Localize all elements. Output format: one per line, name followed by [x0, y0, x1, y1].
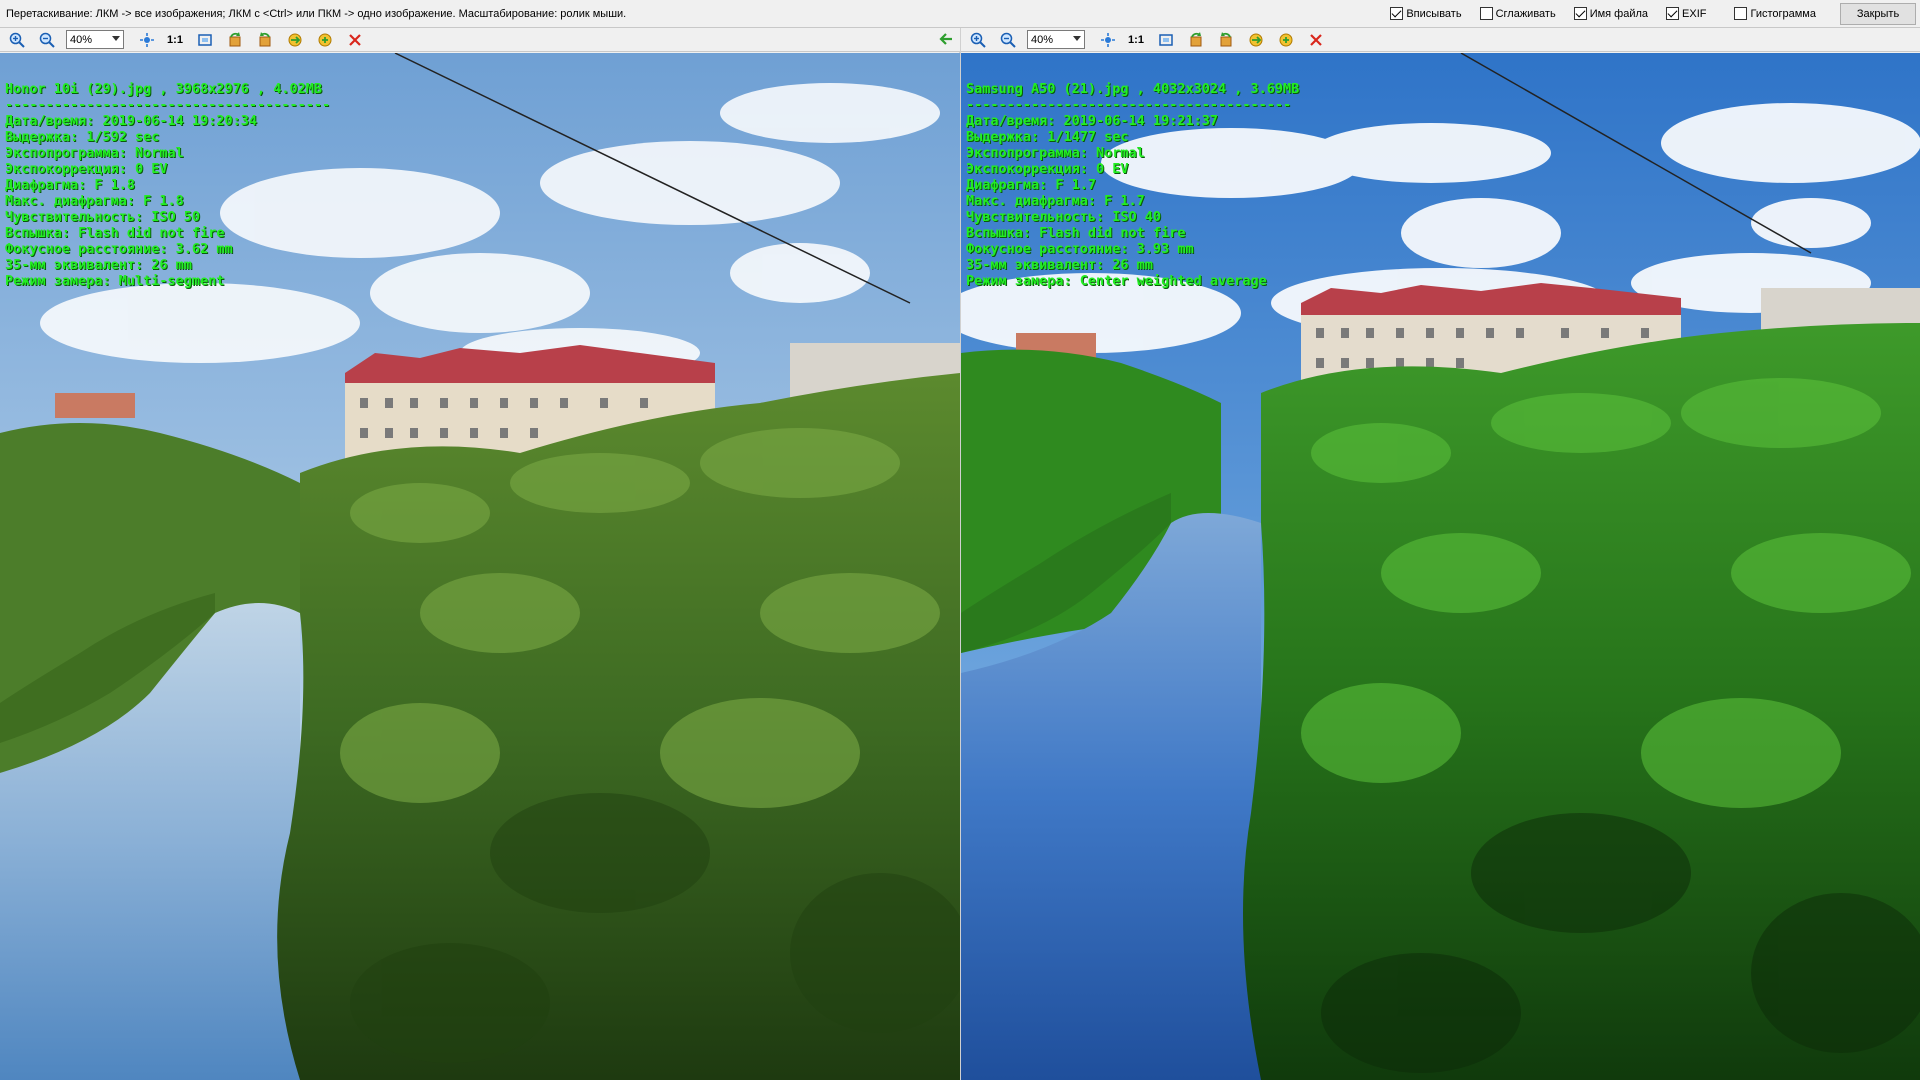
option-filename[interactable]: Имя файла: [1573, 7, 1649, 20]
save-icon[interactable]: [1275, 29, 1297, 51]
exif-ev: Экспокоррекция: 0 EV: [966, 161, 1129, 177]
exif-focal: Фокусное расстояние: 3.62 mm: [5, 241, 233, 257]
option-histogram[interactable]: Гистограмма: [1734, 7, 1816, 20]
exif-program: Экспопрограмма: Normal: [5, 145, 184, 161]
left-image-panel: 40% 1:1 Honor 10i (29).jpg , 3968x2976 ,…: [0, 28, 960, 1080]
exif-separator: ----------------------------------------: [966, 97, 1292, 113]
option-filename-label: Имя файла: [1589, 7, 1649, 20]
exif-flash: Вспышка: Flash did not fire: [5, 225, 225, 241]
right-photo[interactable]: Samsung A50 (21).jpg , 4032x3024 , 3.69M…: [961, 53, 1920, 1080]
left-exif-overlay: Honor 10i (29).jpg , 3968x2976 , 4.02MB -…: [5, 81, 330, 289]
close-button[interactable]: Закрыть: [1840, 2, 1916, 25]
chevron-down-icon: [112, 36, 120, 41]
exif-separator: ----------------------------------------: [5, 97, 331, 113]
left-toolbar: 40% 1:1: [0, 28, 960, 52]
zoom-out-icon[interactable]: [997, 29, 1019, 51]
rotate-right-icon[interactable]: [1215, 29, 1237, 51]
rotate-right-icon[interactable]: [254, 29, 276, 51]
exif-aperture: Диафрагма: F 1.7: [966, 177, 1097, 193]
flip-icon[interactable]: [284, 29, 306, 51]
exif-max-aperture: Макс. диафрагма: F 1.7: [966, 193, 1145, 209]
rotate-left-icon[interactable]: [224, 29, 246, 51]
checkbox-exif[interactable]: [1666, 7, 1680, 20]
exif-max-aperture: Макс. диафрагма: F 1.8: [5, 193, 184, 209]
flip-icon[interactable]: [1245, 29, 1267, 51]
exif-program: Экспопрограмма: Normal: [966, 145, 1145, 161]
exif-eq35: 35-мм эквивалент: 26 mm: [5, 257, 192, 273]
top-hint-bar: Перетаскивание: ЛКМ -> все изображения; …: [0, 0, 1920, 28]
exif-datetime: Дата/время: 2019-06-14 19:21:37: [966, 113, 1218, 129]
checkbox-histogram[interactable]: [1734, 7, 1748, 20]
exif-focal: Фокусное расстояние: 3.93 mm: [966, 241, 1194, 257]
close-icon[interactable]: [344, 29, 366, 51]
option-fit-label: Вписывать: [1406, 7, 1462, 20]
exif-metering: Режим замера: Multi-segment: [5, 273, 225, 289]
right-toolbar: 40% 1:1: [961, 28, 1920, 52]
exif-eq35: 35-мм эквивалент: 26 mm: [966, 257, 1153, 273]
checkbox-fit[interactable]: [1390, 7, 1404, 20]
fit-icon[interactable]: [1097, 29, 1119, 51]
option-histogram-label: Гистограмма: [1750, 7, 1816, 20]
exif-file: Samsung A50 (21).jpg , 4032x3024 , 3.69M…: [966, 81, 1300, 97]
option-smooth[interactable]: Сглаживать: [1479, 7, 1556, 20]
zoom-select[interactable]: 40%: [66, 30, 124, 49]
exif-metering: Режим замера: Center weighted average: [966, 273, 1267, 289]
zoom-out-icon[interactable]: [36, 29, 58, 51]
sync-arrow-icon[interactable]: [938, 31, 954, 52]
options-group: Вписывать Сглаживать Имя файла EXIF Гист…: [1372, 2, 1920, 25]
option-exif-label: EXIF: [1682, 7, 1707, 20]
fullscreen-icon[interactable]: [1155, 29, 1177, 51]
checkbox-smooth[interactable]: [1479, 7, 1493, 20]
checkbox-filename[interactable]: [1573, 7, 1587, 20]
right-exif-overlay: Samsung A50 (21).jpg , 4032x3024 , 3.69M…: [966, 81, 1299, 289]
option-smooth-label: Сглаживать: [1495, 7, 1556, 20]
save-icon[interactable]: [314, 29, 336, 51]
exif-aperture: Диафрагма: F 1.8: [5, 177, 136, 193]
exif-datetime: Дата/время: 2019-06-14 19:20:34: [5, 113, 257, 129]
fullscreen-icon[interactable]: [194, 29, 216, 51]
actual-size-button[interactable]: 1:1: [1127, 34, 1145, 46]
actual-size-button[interactable]: 1:1: [166, 34, 184, 46]
option-fit[interactable]: Вписывать: [1390, 7, 1462, 20]
exif-exposure: Выдержка: 1/1477 sec: [966, 129, 1129, 145]
fit-icon[interactable]: [136, 29, 158, 51]
hint-text: Перетаскивание: ЛКМ -> все изображения; …: [6, 7, 627, 20]
exif-exposure: Выдержка: 1/592 sec: [5, 129, 160, 145]
close-icon[interactable]: [1305, 29, 1327, 51]
zoom-select[interactable]: 40%: [1027, 30, 1085, 49]
right-image-panel: 40% 1:1 Samsung A50 (21).jpg , 4032x3024…: [961, 28, 1920, 1080]
zoom-value: 40%: [70, 33, 93, 46]
zoom-value: 40%: [1031, 33, 1054, 46]
left-photo[interactable]: Honor 10i (29).jpg , 3968x2976 , 4.02MB -…: [0, 53, 960, 1080]
zoom-in-icon[interactable]: [6, 29, 28, 51]
zoom-in-icon[interactable]: [967, 29, 989, 51]
exif-file: Honor 10i (29).jpg , 3968x2976 , 4.02MB: [5, 81, 322, 97]
exif-iso: Чувствительность: ISO 40: [966, 209, 1162, 225]
exif-ev: Экспокоррекция: 0 EV: [5, 161, 168, 177]
exif-iso: Чувствительность: ISO 50: [5, 209, 201, 225]
option-exif[interactable]: EXIF: [1666, 7, 1706, 20]
rotate-left-icon[interactable]: [1185, 29, 1207, 51]
exif-flash: Вспышка: Flash did not fire: [966, 225, 1186, 241]
chevron-down-icon: [1073, 36, 1081, 41]
